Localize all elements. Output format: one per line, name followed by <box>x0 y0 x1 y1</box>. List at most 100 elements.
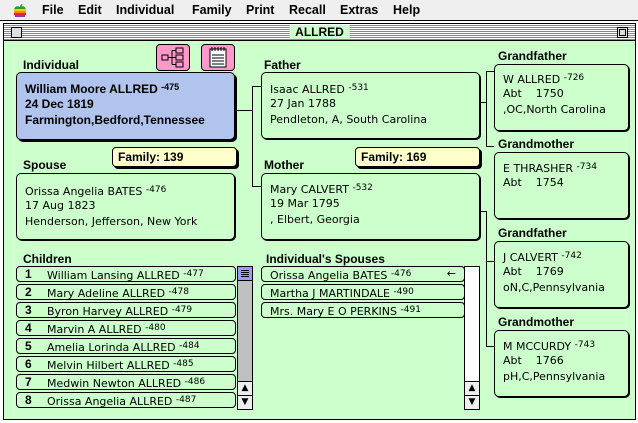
child-name: Mary Adeline ALLRED -478 <box>47 287 189 300</box>
apple-logo-icon[interactable] <box>12 3 28 18</box>
notepad-icon <box>209 47 227 68</box>
list-item[interactable]: 4 Marvin A ALLRED -480 <box>16 320 236 336</box>
grandfather-maternal-label: Grandfather <box>498 226 567 240</box>
individual-birth-date: 24 Dec 1819 <box>25 97 94 111</box>
grandparent-place: ,OC,North Carolina <box>503 103 606 116</box>
spouse-family-tab[interactable]: Family: 139 <box>112 147 237 167</box>
grandparent-name: J CALVERT -742 <box>503 251 582 264</box>
individual-name: William Moore ALLRED -475 <box>25 82 180 96</box>
mother-family-tab[interactable]: Family: 169 <box>355 147 480 167</box>
grandparent-name: W ALLRED -726 <box>503 73 585 86</box>
list-item[interactable]: 8 Orissa Angelia ALLRED -487 <box>16 392 236 408</box>
mother-box[interactable]: Mary CALVERT -532 19 Mar 1795 , Elbert, … <box>261 173 480 240</box>
list-item[interactable]: 7 Medwin Newton ALLRED -486 <box>16 374 236 390</box>
pedigree-button[interactable] <box>156 44 190 71</box>
grandmother-paternal-box[interactable]: E THRASHER -734 Abt 1754 <box>494 152 629 219</box>
connector-line <box>252 186 261 187</box>
scroll-up-arrow-icon[interactable]: ▲ <box>238 381 252 395</box>
family-label: Family: <box>361 150 404 164</box>
spouse-list-name: Orissa Angelia BATES -476 <box>270 269 412 282</box>
zoom-box-icon[interactable] <box>617 27 628 38</box>
scroll-down-arrow-icon[interactable]: ▼ <box>238 395 252 409</box>
grandparent-place: oN,C,Pennsylvania <box>503 281 605 294</box>
individuals-spouses-label: Individual's Spouses <box>266 252 385 266</box>
current-spouse-arrow-icon: ← <box>446 267 456 280</box>
child-name: Medwin Newton ALLRED -486 <box>47 377 206 390</box>
grandparent-date: Abt 1769 <box>503 265 564 278</box>
individual-box[interactable]: William Moore ALLRED -475 24 Dec 1819 Fa… <box>16 72 235 140</box>
menu-individual[interactable]: Individual <box>116 3 174 18</box>
child-name: Byron Harvey ALLRED -479 <box>47 305 193 318</box>
child-number: 5 <box>25 339 32 353</box>
spouse-label: Spouse <box>23 158 67 172</box>
spouses-scrollbar[interactable]: ▲ ▼ <box>464 266 480 410</box>
grandmother-maternal-box[interactable]: M MCCURDY -743 Abt 1766 pH,C,Pennsylvani… <box>494 330 629 397</box>
menu-help[interactable]: Help <box>393 3 420 18</box>
list-item[interactable]: Mrs. Mary E O PERKINS -491 <box>261 302 465 318</box>
grandparent-date: Abt 1766 <box>503 354 564 367</box>
list-item[interactable]: 3 Byron Harvey ALLRED -479 <box>16 302 236 318</box>
scroll-thumb[interactable] <box>238 267 252 281</box>
window-titlebar[interactable]: ALLRED <box>4 24 635 41</box>
pedigree-chart-icon <box>161 47 184 68</box>
connector-line <box>486 71 494 72</box>
list-item[interactable]: 2 Mary Adeline ALLRED -478 <box>16 284 236 300</box>
list-item[interactable]: Martha J MARTINDALE -490 <box>261 284 465 300</box>
connector-line <box>486 211 487 346</box>
children-label: Children <box>23 252 72 266</box>
child-name: Amelia Lorinda ALLRED -484 <box>47 341 200 354</box>
list-item[interactable]: Orissa Angelia BATES -476 ← <box>261 266 465 282</box>
father-box[interactable]: Isaac ALLRED -531 27 Jan 1788 Pendleton,… <box>261 72 480 139</box>
scroll-down-arrow-icon[interactable]: ▼ <box>465 395 479 409</box>
spouse-place: Henderson, Jefferson, New York <box>25 215 198 228</box>
connector-line <box>486 146 494 147</box>
connector-line <box>252 86 253 186</box>
grandfather-paternal-label: Grandfather <box>498 49 567 63</box>
spouse-date: 17 Aug 1823 <box>25 199 96 212</box>
spouse-list-name: Martha J MARTINDALE -490 <box>270 287 414 300</box>
child-number: 7 <box>25 375 32 389</box>
list-item[interactable]: 6 Melvin Hilbert ALLRED -485 <box>16 356 236 372</box>
child-number: 4 <box>25 321 32 335</box>
connector-line <box>486 346 494 347</box>
grandfather-paternal-box[interactable]: W ALLRED -726 Abt 1750 ,OC,North Carolin… <box>494 64 629 131</box>
family-window: ALLRED Individual William Moore ALLRED -… <box>3 23 636 420</box>
menu-print[interactable]: Print <box>246 3 274 18</box>
children-scrollbar[interactable]: ▲ ▼ <box>237 266 253 410</box>
scroll-up-arrow-icon[interactable]: ▲ <box>465 381 479 395</box>
child-name: William Lansing ALLRED -477 <box>47 269 204 282</box>
mother-name: Mary CALVERT -532 <box>270 183 373 196</box>
menu-bar: File Edit Individual Family Print Recall… <box>0 0 638 21</box>
connector-line <box>486 71 487 146</box>
menu-family[interactable]: Family <box>192 3 232 18</box>
list-item[interactable]: 5 Amelia Lorinda ALLRED -484 <box>16 338 236 354</box>
family-number: 139 <box>163 150 184 164</box>
individual-label: Individual <box>23 58 80 72</box>
mother-date: 19 Mar 1795 <box>270 197 340 210</box>
family-number: 169 <box>406 150 427 164</box>
menu-recall[interactable]: Recall <box>289 3 326 18</box>
close-box-icon[interactable] <box>11 27 22 38</box>
list-item[interactable]: 1 William Lansing ALLRED -477 <box>16 266 236 282</box>
connector-line <box>486 261 494 262</box>
spouse-box[interactable]: Orissa Angelia BATES -476 17 Aug 1823 He… <box>16 173 235 240</box>
mother-place: , Elbert, Georgia <box>270 213 360 226</box>
child-name: Marvin A ALLRED -480 <box>47 323 166 336</box>
menu-file[interactable]: File <box>42 3 64 18</box>
child-number: 3 <box>25 303 32 317</box>
grandparent-name: E THRASHER -734 <box>503 162 597 175</box>
spouse-list-name: Mrs. Mary E O PERKINS -491 <box>270 305 421 318</box>
father-place: Pendleton, A, South Carolina <box>270 113 428 126</box>
grandmother-paternal-label: Grandmother <box>498 137 575 151</box>
grandmother-maternal-label: Grandmother <box>498 315 575 329</box>
child-number: 1 <box>25 267 32 281</box>
father-date: 27 Jan 1788 <box>270 97 336 110</box>
grandfather-maternal-box[interactable]: J CALVERT -742 Abt 1769 oN,C,Pennsylvani… <box>494 241 629 308</box>
father-label: Father <box>264 58 301 72</box>
connector-line <box>237 110 252 111</box>
menu-edit[interactable]: Edit <box>78 3 102 18</box>
menu-extras[interactable]: Extras <box>340 3 378 18</box>
notes-button[interactable] <box>201 44 235 71</box>
child-name: Orissa Angelia ALLRED -487 <box>47 395 197 408</box>
child-name: Melvin Hilbert ALLRED -485 <box>47 359 194 372</box>
